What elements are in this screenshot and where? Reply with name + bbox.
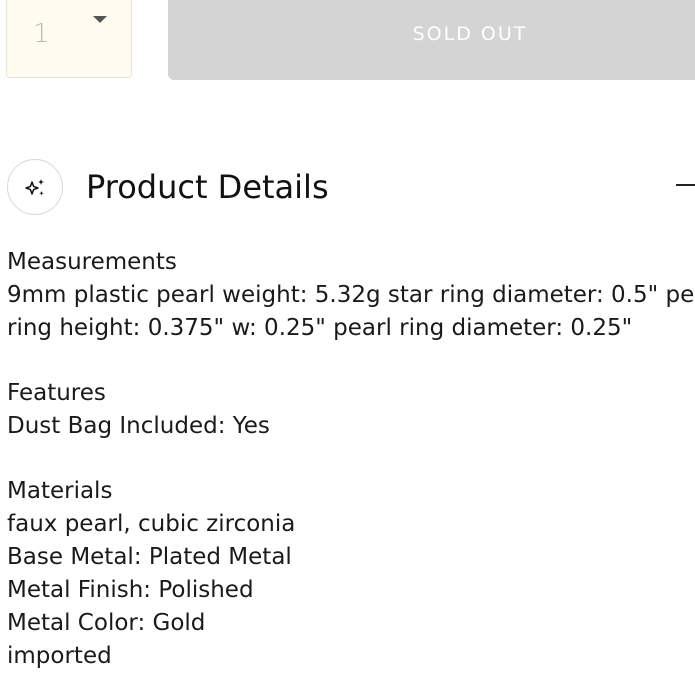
materials-line: Base Metal: Plated Metal — [7, 544, 292, 570]
sparkle-icon — [7, 159, 63, 215]
measurements-heading: Measurements — [7, 249, 177, 275]
product-details-title: Product Details — [86, 168, 329, 206]
quantity-select[interactable]: 1 — [6, 0, 132, 78]
quantity-value: 1 — [33, 19, 50, 49]
materials-line: imported — [7, 643, 112, 669]
chevron-down-icon — [93, 16, 107, 23]
features-line: Dust Bag Included: Yes — [7, 413, 270, 439]
measurements-line: 9mm plastic pearl weight: 5.32g star rin… — [7, 282, 695, 308]
materials-line: faux pearl, cubic zirconia — [7, 511, 296, 537]
materials-section: Materials faux pearl, cubic zirconia Bas… — [7, 475, 695, 673]
product-page: 1 SOLD OUT Product Details Measurements … — [0, 0, 695, 695]
sold-out-label: SOLD OUT — [412, 23, 528, 45]
measurements-line: ring height: 0.375" w: 0.25" pearl ring … — [7, 315, 633, 341]
sold-out-button[interactable]: SOLD OUT — [168, 0, 695, 80]
materials-line: Metal Color: Gold — [7, 610, 206, 636]
features-heading: Features — [7, 380, 106, 406]
product-details-toggle[interactable]: Product Details — [0, 158, 695, 220]
materials-heading: Materials — [7, 478, 113, 504]
minus-icon[interactable] — [676, 184, 695, 186]
measurements-section: Measurements 9mm plastic pearl weight: 5… — [7, 246, 695, 345]
materials-line: Metal Finish: Polished — [7, 577, 254, 603]
features-section: Features Dust Bag Included: Yes — [7, 377, 695, 443]
product-details-content: Measurements 9mm plastic pearl weight: 5… — [7, 246, 695, 695]
